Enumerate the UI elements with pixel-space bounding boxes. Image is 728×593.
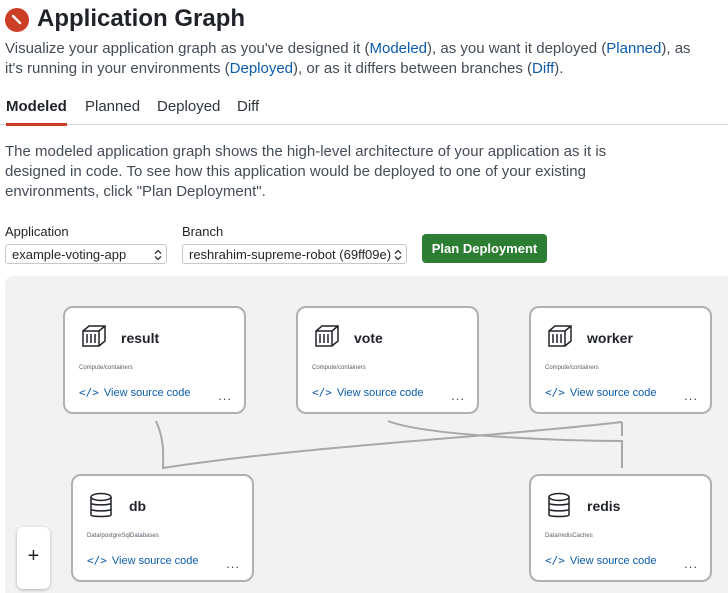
container-icon bbox=[82, 325, 106, 347]
chevron-up-down-icon bbox=[394, 249, 402, 261]
tab-modeled[interactable]: Modeled bbox=[6, 98, 67, 126]
branch-label: Branch bbox=[182, 224, 224, 239]
edge-result-db bbox=[155, 420, 623, 470]
node-result[interactable]: result Compute/containers </> View source… bbox=[63, 306, 246, 414]
view-source-label: View source code bbox=[569, 387, 657, 399]
database-icon bbox=[548, 492, 570, 518]
intro-text: ), or as it differs between branches ( bbox=[293, 60, 533, 77]
code-icon: </> bbox=[545, 554, 565, 567]
application-select-value: example-voting-app bbox=[12, 247, 127, 262]
zoom-controls: + bbox=[17, 527, 50, 589]
container-icon bbox=[315, 325, 339, 347]
more-options-icon[interactable]: ... bbox=[684, 556, 698, 571]
zoom-in-button[interactable]: + bbox=[17, 545, 50, 568]
intro-text: ), as you want it deployed ( bbox=[427, 40, 607, 57]
intro-text: ). bbox=[554, 60, 564, 77]
more-options-icon[interactable]: ... bbox=[226, 556, 240, 571]
link-planned[interactable]: Planned bbox=[606, 40, 661, 57]
more-options-icon[interactable]: ... bbox=[684, 388, 698, 403]
branch-select-value: reshrahim-supreme-robot (69ff09e) bbox=[189, 247, 392, 262]
view-source-link[interactable]: </> View source code bbox=[312, 386, 424, 399]
node-type: Data/postgreSqlDatabases bbox=[87, 533, 159, 539]
code-icon: </> bbox=[312, 386, 332, 399]
page-intro: Visualize your application graph as you'… bbox=[5, 39, 705, 79]
link-deployed[interactable]: Deployed bbox=[230, 60, 293, 77]
node-name: db bbox=[129, 498, 147, 514]
more-options-icon[interactable]: ... bbox=[218, 388, 232, 403]
view-source-link[interactable]: </> View source code bbox=[79, 386, 191, 399]
node-name: result bbox=[121, 330, 160, 346]
view-source-label: View source code bbox=[336, 387, 424, 399]
node-type: Compute/containers bbox=[312, 365, 366, 371]
link-diff[interactable]: Diff bbox=[532, 60, 554, 77]
tab-deployed[interactable]: Deployed bbox=[157, 98, 220, 123]
more-options-icon[interactable]: ... bbox=[451, 388, 465, 403]
graph-canvas[interactable]: result Compute/containers </> View source… bbox=[5, 276, 728, 593]
app-logo bbox=[5, 8, 29, 32]
node-type: Compute/containers bbox=[545, 365, 599, 371]
node-name: redis bbox=[587, 498, 621, 514]
node-worker[interactable]: worker Compute/containers </> View source… bbox=[529, 306, 712, 414]
view-source-label: View source code bbox=[111, 555, 199, 567]
view-tabs: Modeled Planned Deployed Diff bbox=[0, 95, 728, 126]
code-icon: </> bbox=[79, 386, 99, 399]
branch-select[interactable]: reshrahim-supreme-robot (69ff09e) bbox=[182, 244, 407, 264]
application-label: Application bbox=[5, 224, 69, 239]
edge-vote-redis bbox=[387, 420, 623, 468]
node-name: vote bbox=[354, 330, 383, 346]
application-select[interactable]: example-voting-app bbox=[5, 244, 167, 264]
container-icon bbox=[548, 325, 572, 347]
view-source-link[interactable]: </> View source code bbox=[545, 554, 657, 567]
node-name: worker bbox=[587, 330, 633, 346]
view-source-link[interactable]: </> View source code bbox=[87, 554, 199, 567]
database-icon bbox=[90, 492, 112, 518]
view-source-label: View source code bbox=[103, 387, 191, 399]
radius-logo-icon bbox=[11, 14, 22, 25]
code-icon: </> bbox=[87, 554, 107, 567]
graph-description: The modeled application graph shows the … bbox=[5, 143, 607, 200]
chevron-up-down-icon bbox=[154, 249, 162, 261]
plan-deployment-button[interactable]: Plan Deployment bbox=[422, 234, 547, 263]
code-icon: </> bbox=[545, 386, 565, 399]
node-redis[interactable]: redis Data/redisCaches </> View source co… bbox=[529, 474, 712, 582]
node-db[interactable]: db Data/postgreSqlDatabases </> View sour… bbox=[71, 474, 254, 582]
node-type: Compute/containers bbox=[79, 365, 133, 371]
view-source-label: View source code bbox=[569, 555, 657, 567]
view-source-link[interactable]: </> View source code bbox=[545, 386, 657, 399]
tab-planned[interactable]: Planned bbox=[85, 98, 140, 123]
node-type: Data/redisCaches bbox=[545, 533, 593, 539]
intro-text: Visualize your application graph as you'… bbox=[5, 40, 370, 57]
link-modeled[interactable]: Modeled bbox=[369, 40, 427, 57]
node-vote[interactable]: vote Compute/containers </> View source c… bbox=[296, 306, 479, 414]
tab-diff[interactable]: Diff bbox=[237, 98, 259, 123]
page-title: Application Graph bbox=[37, 5, 246, 32]
